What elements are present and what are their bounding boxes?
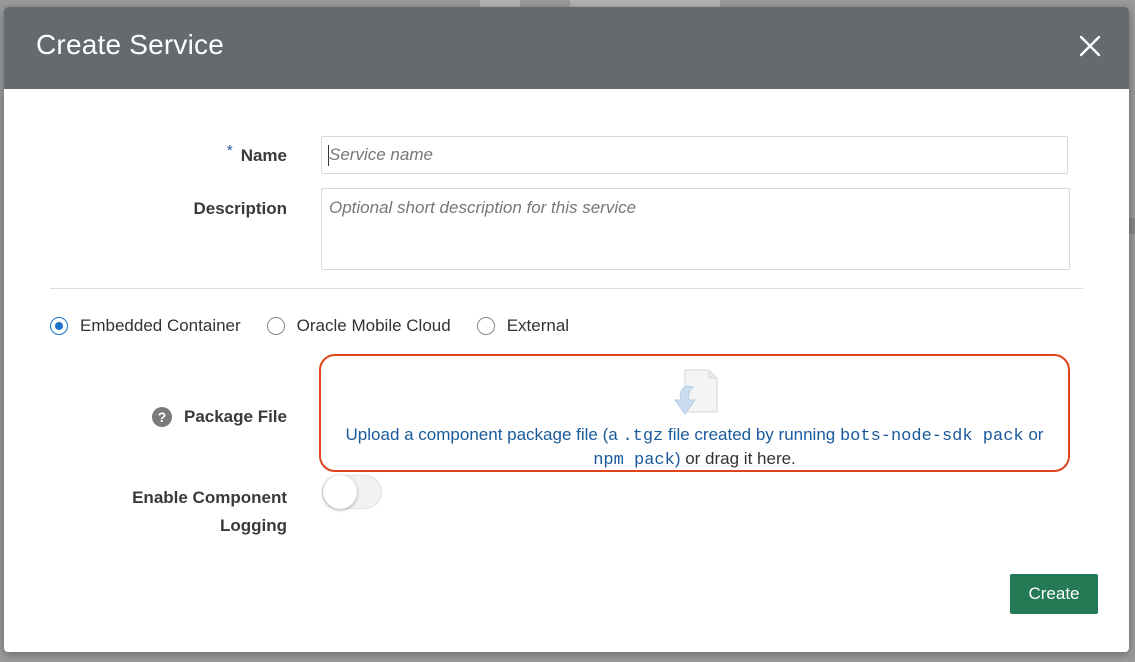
logging-label-line2: Logging	[219, 516, 287, 535]
code-npm-pack: npm pack	[593, 451, 675, 470]
upload-link-text[interactable]: or	[1024, 425, 1043, 444]
drag-hint: or drag it here.	[680, 449, 796, 468]
logging-label: Enable Component Logging	[132, 484, 287, 540]
divider	[50, 288, 1083, 289]
required-marker: *	[226, 142, 233, 159]
radio-external[interactable]: External	[476, 316, 570, 336]
dialog-title: Create Service	[36, 29, 224, 60]
radio-label: Embedded Container	[80, 316, 241, 335]
dialog-header: Create Service	[4, 7, 1129, 89]
toggle-knob	[323, 475, 357, 509]
backdrop-element	[1129, 218, 1135, 234]
radio-button-checked[interactable]	[50, 317, 68, 335]
text-caret	[328, 145, 329, 166]
code-tgz: .tgz	[622, 427, 664, 446]
radio-button[interactable]	[266, 317, 285, 335]
radio-label: Oracle Mobile Cloud	[296, 316, 451, 335]
enable-logging-toggle[interactable]	[322, 475, 382, 509]
name-label-container: * Name	[227, 142, 287, 166]
logging-label-line1: Enable Component	[132, 488, 287, 507]
upload-instructions: Upload a component package file (a .tgz …	[321, 424, 1068, 472]
service-name-input[interactable]	[321, 136, 1068, 174]
close-icon	[1079, 35, 1101, 57]
package-file-label: Package File	[183, 407, 287, 426]
package-file-dropzone[interactable]: Upload a component package file (a .tgz …	[319, 354, 1070, 472]
radio-embedded-container[interactable]: Embedded Container	[50, 316, 241, 336]
create-service-dialog: Create Service * Name Description Embedde…	[4, 7, 1129, 652]
name-label: Name	[240, 146, 287, 165]
radio-oracle-mobile-cloud[interactable]: Oracle Mobile Cloud	[266, 316, 451, 336]
radio-button[interactable]	[476, 317, 495, 335]
upload-link-text[interactable]: Upload a component package file (a	[346, 425, 623, 444]
code-bots-pack: bots-node-sdk pack	[839, 427, 1024, 446]
description-input[interactable]	[321, 188, 1070, 270]
upload-link-text[interactable]: file created by running	[663, 425, 840, 444]
close-button[interactable]	[1075, 31, 1105, 61]
description-label: Description	[193, 199, 287, 218]
help-icon[interactable]: ?	[152, 407, 172, 427]
create-button[interactable]: Create	[1010, 574, 1098, 614]
radio-label: External	[506, 316, 570, 335]
file-upload-icon	[674, 369, 718, 415]
service-type-radio-group: Embedded Container Oracle Mobile Cloud E…	[50, 314, 595, 338]
